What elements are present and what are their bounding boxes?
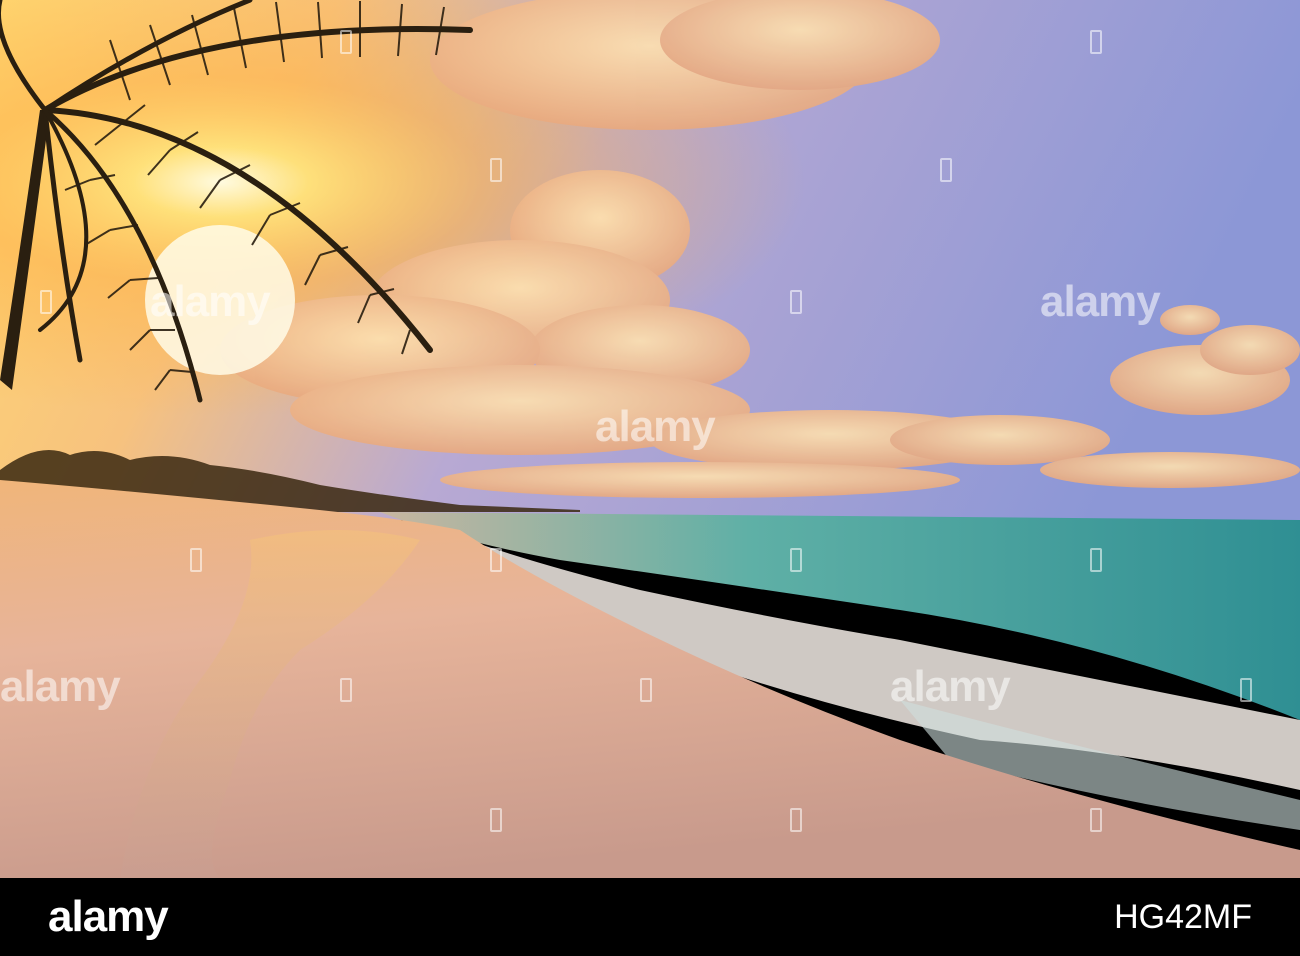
watermark: alamy bbox=[1040, 277, 1161, 326]
stock-footer-bar: alamy HG42MF bbox=[0, 878, 1300, 956]
watermark-mark bbox=[790, 548, 802, 572]
watermark-mark bbox=[1240, 678, 1252, 702]
watermark-mark bbox=[490, 548, 502, 572]
watermark-mark bbox=[340, 678, 352, 702]
watermark-mark bbox=[40, 290, 52, 314]
watermark-mark bbox=[1090, 30, 1102, 54]
watermark-mark bbox=[1090, 808, 1102, 832]
watermark-mark bbox=[340, 30, 352, 54]
watermark: alamy bbox=[595, 402, 716, 451]
watermark-mark bbox=[790, 290, 802, 314]
watermark-mark bbox=[190, 548, 202, 572]
watermark-mark bbox=[1090, 548, 1102, 572]
watermark: alamy bbox=[150, 277, 271, 326]
watermark-mark bbox=[790, 808, 802, 832]
watermark-mark bbox=[940, 158, 952, 182]
alamy-logo[interactable]: alamy bbox=[48, 892, 169, 942]
image-id: HG42MF bbox=[1114, 898, 1252, 936]
stock-photo-page: alamy alamy alamy alamy alamy alamy HG42… bbox=[0, 0, 1300, 956]
watermark-mark bbox=[640, 678, 652, 702]
watermark: alamy bbox=[890, 662, 1011, 711]
watermark-mark bbox=[490, 808, 502, 832]
watermark: alamy bbox=[0, 662, 121, 711]
watermark-mark bbox=[490, 158, 502, 182]
beach-sunrise-photo: alamy alamy alamy alamy alamy bbox=[0, 0, 1300, 878]
